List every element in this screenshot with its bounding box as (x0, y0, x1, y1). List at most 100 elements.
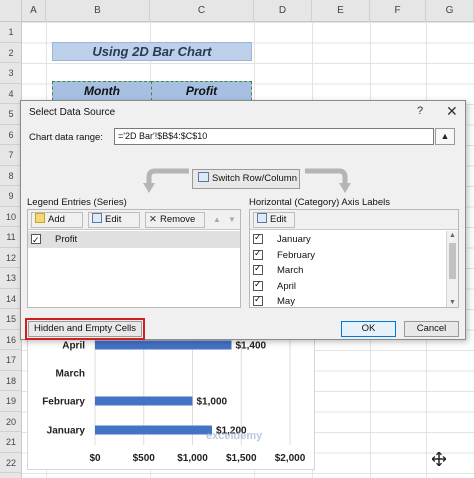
x-tick-label: $0 (89, 453, 101, 464)
axis-list-scrollbar[interactable]: ▲ ▼ (446, 231, 458, 307)
hidden-and-empty-cells-button[interactable]: Hidden and Empty Cells (25, 318, 145, 340)
category-tick-label: February (42, 397, 85, 408)
row-header-9[interactable]: 9 (0, 186, 22, 207)
row-header-2[interactable]: 2 (0, 43, 22, 63)
row-header-11[interactable]: 11 (0, 227, 22, 248)
switch-label: Switch Row/Column (212, 173, 297, 184)
edit-icon (257, 213, 267, 223)
row-header-3[interactable]: 3 (0, 63, 22, 84)
collapse-dialog-button[interactable]: ▲ (435, 128, 455, 145)
edit-series-button[interactable]: Edit (88, 212, 140, 228)
series-checkbox[interactable] (31, 232, 41, 249)
row-header-6[interactable]: 6 (0, 125, 22, 145)
category-tick-label: January (47, 426, 86, 437)
row-header-1[interactable]: 1 (0, 22, 22, 43)
category-tick-label: April (62, 341, 85, 352)
edit-icon (92, 213, 102, 223)
add-series-button[interactable]: Add (31, 212, 83, 228)
axis-labels-label: Horizontal (Category) Axis Labels (249, 197, 390, 208)
row-header-22[interactable]: 22 (0, 453, 22, 473)
col-header-d[interactable]: D (254, 0, 312, 22)
category-label: April (277, 280, 297, 292)
x-tick-label: $1,000 (177, 453, 208, 464)
category-checkbox[interactable] (253, 263, 263, 275)
category-checkbox[interactable] (253, 248, 263, 260)
sheet-title-cell[interactable]: Using 2D Bar Chart (52, 42, 252, 61)
x-tick-label: $500 (133, 453, 156, 464)
cancel-button[interactable]: Cancel (404, 321, 459, 337)
col-header-b[interactable]: B (46, 0, 150, 22)
select-data-source-dialog: Select Data Source ? ✕ Chart data range:… (20, 100, 466, 340)
series-label: Profit (55, 234, 78, 245)
row-header-10[interactable]: 10 (0, 207, 22, 227)
right-curve-arrow-icon (305, 168, 351, 193)
row-headers: 1234567891011121314151617181920212223 (0, 22, 22, 478)
row-header-13[interactable]: 13 (0, 268, 22, 289)
row-header-23[interactable]: 23 (0, 473, 22, 478)
switch-icon (198, 172, 209, 182)
col-header-e[interactable]: E (312, 0, 370, 22)
category-label: January (277, 234, 311, 245)
row-header-5[interactable]: 5 (0, 104, 22, 125)
category-label: March (277, 265, 304, 276)
legend-toolbar: Add Edit ✕ Remove ▲ ▼ (28, 210, 240, 230)
remove-icon: ✕ (149, 214, 157, 225)
axis-labels-panel: Edit January February March April May ▲ … (249, 209, 459, 308)
profit-header-cell[interactable]: Profit (151, 81, 252, 101)
x-tick-label: $1,500 (226, 453, 257, 464)
row-header-7[interactable]: 7 (0, 145, 22, 166)
move-down-icon[interactable]: ▼ (228, 215, 236, 224)
bar[interactable] (95, 425, 212, 435)
chart-data-range-input[interactable]: ='2D Bar'!$B$4:$C$10 (114, 128, 434, 145)
chart-data-range-label: Chart data range: (29, 132, 103, 143)
col-header-g[interactable]: G (426, 0, 474, 22)
column-headers: A B C D E F G (22, 0, 474, 22)
x-tick-label: $2,000 (275, 453, 306, 464)
watermark: exceldemy (206, 430, 263, 442)
row-header-12[interactable]: 12 (0, 248, 22, 268)
add-icon (35, 213, 45, 223)
row-header-4[interactable]: 4 (0, 84, 22, 104)
scroll-up-icon[interactable]: ▲ (449, 232, 456, 239)
series-row-profit[interactable]: Profit (28, 231, 240, 249)
move-up-icon[interactable]: ▲ (213, 215, 221, 224)
month-header-cell[interactable]: Month (52, 81, 152, 101)
row-header-19[interactable]: 19 (0, 391, 22, 412)
edit-axis-labels-button[interactable]: Edit (253, 212, 295, 228)
row-header-8[interactable]: 8 (0, 166, 22, 186)
row-header-15[interactable]: 15 (0, 309, 22, 330)
row-header-16[interactable]: 16 (0, 330, 22, 350)
close-icon[interactable]: ✕ (446, 103, 458, 120)
row-header-21[interactable]: 21 (0, 432, 22, 453)
bar-chart[interactable]: January $1,200 February $1,000 March April $1,… (27, 326, 315, 470)
category-label: May (277, 296, 295, 307)
move-cursor-icon (432, 452, 446, 466)
category-checkbox[interactable] (253, 279, 263, 291)
row-header-17[interactable]: 17 (0, 350, 22, 371)
collapse-arrow-icon: ▲ (440, 131, 450, 141)
remove-series-button[interactable]: ✕ Remove (145, 212, 205, 228)
col-header-c[interactable]: C (150, 0, 254, 22)
dialog-title: Select Data Source (29, 107, 116, 118)
chart-canvas: January $1,200February $1,000MarchApril $1,… (42, 327, 306, 464)
scroll-thumb[interactable] (449, 243, 456, 279)
bar[interactable] (95, 396, 193, 406)
col-header-a[interactable]: A (22, 0, 46, 22)
data-label: $1,000 (197, 397, 228, 408)
data-label: $1,400 (236, 341, 267, 352)
category-checkbox[interactable] (253, 232, 263, 244)
row-header-18[interactable]: 18 (0, 371, 22, 391)
bar[interactable] (95, 340, 232, 350)
row-header-20[interactable]: 20 (0, 412, 22, 432)
ok-button[interactable]: OK (341, 321, 396, 337)
scroll-down-icon[interactable]: ▼ (449, 299, 456, 306)
legend-entries-panel: Add Edit ✕Remove ▲ ▼ Profit (27, 209, 241, 308)
switch-row-column-button[interactable]: Switch Row/Column (192, 169, 300, 189)
col-header-f[interactable]: F (370, 0, 426, 22)
category-checkbox[interactable] (253, 294, 263, 306)
axis-toolbar: Edit (250, 210, 458, 230)
left-curve-arrow-icon (143, 168, 189, 193)
row-header-14[interactable]: 14 (0, 289, 22, 309)
select-all-corner[interactable] (0, 0, 22, 22)
help-icon[interactable]: ? (417, 105, 423, 117)
